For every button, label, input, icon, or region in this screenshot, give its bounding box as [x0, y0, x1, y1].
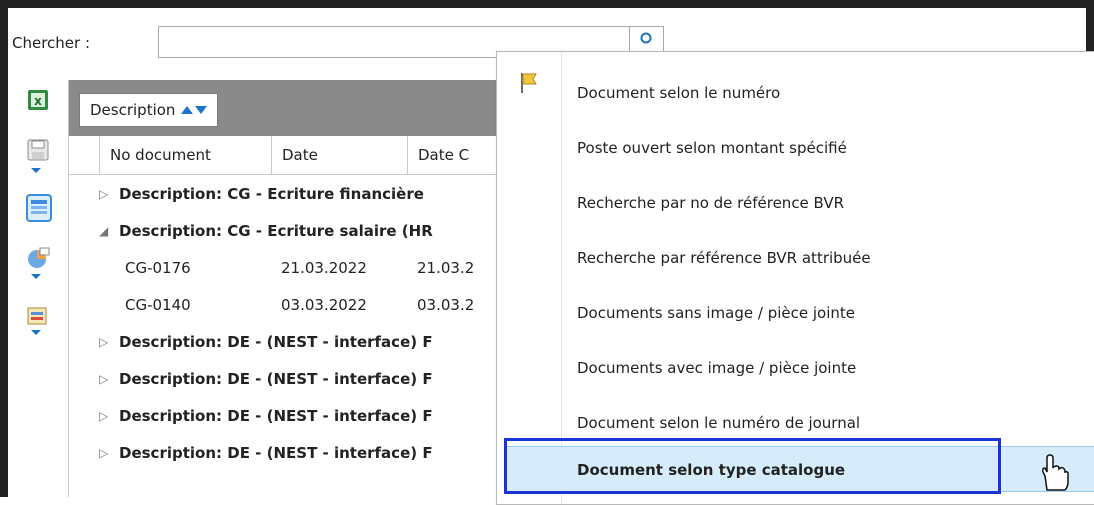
- group-row-label: Description: DE - (NEST - interface) F: [119, 407, 433, 425]
- menu-item-document-by-number[interactable]: Document selon le numéro: [577, 84, 780, 102]
- menu-item-search-bvr-reference-number[interactable]: Recherche par no de référence BVR: [577, 194, 844, 212]
- save-icon[interactable]: [26, 138, 50, 164]
- search-options-menu: Document selon le numéro Poste ouvert se…: [496, 51, 1094, 505]
- expand-icon[interactable]: ▷: [99, 435, 108, 472]
- cell-no-document: CG-0176: [125, 259, 191, 277]
- excel-icon[interactable]: x: [26, 88, 50, 112]
- column-header-no-document[interactable]: No document: [99, 136, 271, 174]
- cell-date: 03.03.2022: [281, 296, 367, 314]
- list-view-icon[interactable]: [26, 194, 52, 222]
- screenshot-frame: Chercher : x Description No document Dat…: [0, 0, 1094, 505]
- layout-icon[interactable]: [26, 304, 50, 328]
- layout-dropdown-icon[interactable]: [31, 330, 41, 335]
- sort-descending-icon[interactable]: [195, 106, 208, 114]
- search-label: Chercher :: [12, 34, 91, 52]
- selection-highlight-box: [504, 438, 1001, 494]
- menu-item-open-item-by-amount[interactable]: Poste ouvert selon montant spécifié: [577, 139, 847, 157]
- group-by-chip[interactable]: Description: [79, 93, 219, 127]
- menu-item-document-by-journal-number[interactable]: Document selon le numéro de journal: [577, 414, 860, 432]
- group-row-label: Description: CG - Ecriture salaire (HR: [119, 222, 433, 240]
- save-dropdown-icon[interactable]: [31, 168, 41, 173]
- column-label: Date: [282, 146, 318, 164]
- expand-icon[interactable]: ▷: [99, 361, 108, 398]
- chart-icon[interactable]: [26, 246, 50, 270]
- cell-date: 21.03.2022: [281, 259, 367, 277]
- main-window: Chercher : x Description No document Dat…: [8, 8, 1094, 505]
- flag-icon: [521, 73, 537, 93]
- column-label: Date C: [418, 146, 470, 164]
- menu-item-search-assigned-bvr-reference[interactable]: Recherche par référence BVR attribuée: [577, 249, 871, 267]
- menu-icon-column: [497, 52, 562, 504]
- menu-item-documents-without-image[interactable]: Documents sans image / pièce jointe: [577, 304, 855, 322]
- group-row-label: Description: CG - Ecriture financière: [119, 185, 424, 203]
- group-by-label: Description: [90, 101, 176, 119]
- expand-icon[interactable]: ▷: [99, 398, 108, 435]
- collapse-icon[interactable]: ◢: [99, 213, 108, 250]
- search-icon: [640, 32, 652, 44]
- cell-date-c: 03.03.2: [417, 296, 475, 314]
- menu-item-documents-with-image[interactable]: Documents avec image / pièce jointe: [577, 359, 856, 377]
- hand-cursor-icon: [1042, 454, 1069, 491]
- column-header-date[interactable]: Date: [271, 136, 407, 174]
- cell-date-c: 21.03.2: [417, 259, 475, 277]
- group-row-label: Description: DE - (NEST - interface) F: [119, 370, 433, 388]
- cell-no-document: CG-0140: [125, 296, 191, 314]
- chart-dropdown-icon[interactable]: [31, 274, 41, 279]
- sort-ascending-icon[interactable]: [181, 106, 194, 114]
- expand-icon[interactable]: ▷: [99, 324, 108, 361]
- column-label: No document: [110, 146, 211, 164]
- svg-text:x: x: [34, 94, 42, 108]
- group-row-label: Description: DE - (NEST - interface) F: [119, 333, 433, 351]
- expand-icon[interactable]: ▷: [99, 176, 108, 213]
- group-row-label: Description: DE - (NEST - interface) F: [119, 444, 433, 462]
